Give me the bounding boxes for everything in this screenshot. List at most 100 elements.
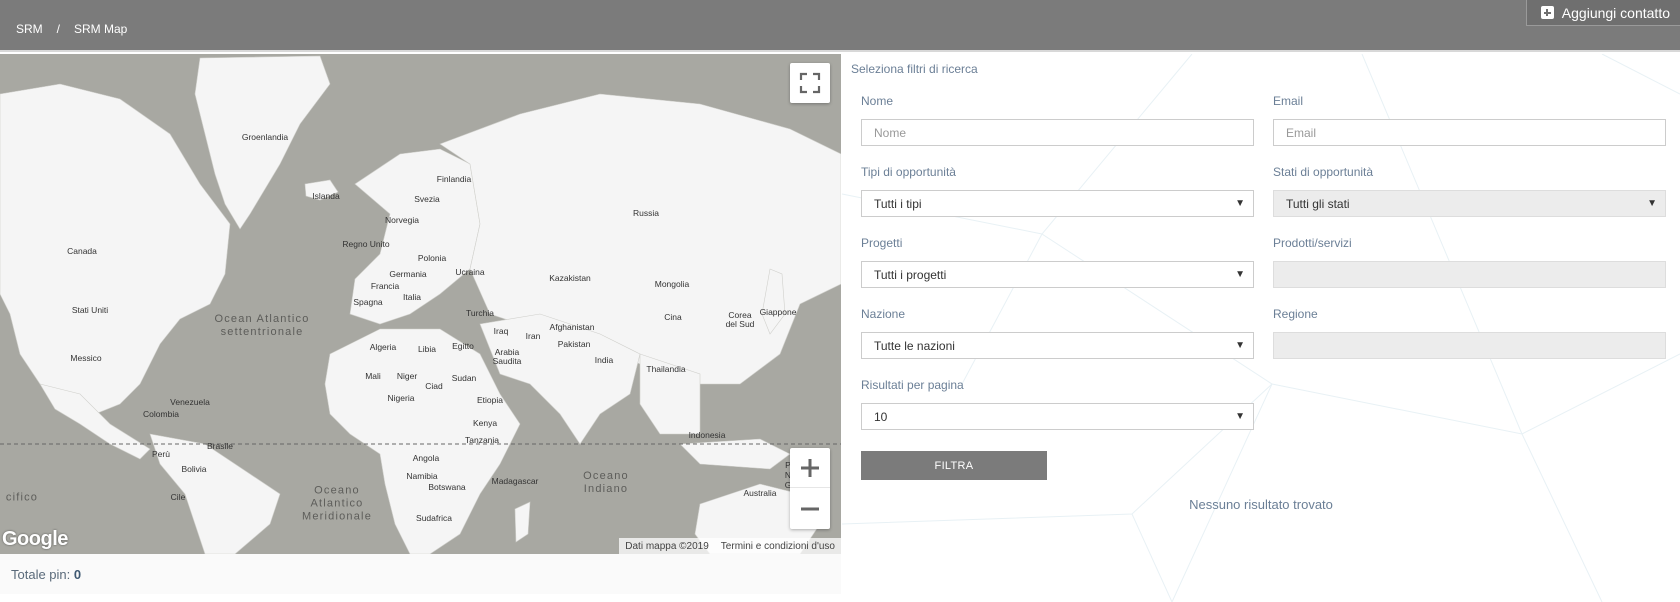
email-input[interactable]: Email (1273, 119, 1666, 146)
plus-icon (801, 459, 819, 477)
map-label-botswana: Botswana (428, 482, 466, 492)
map-label-chad: Ciad (425, 381, 443, 391)
total-pins: Totale pin: 0 (11, 567, 81, 582)
map-label-mali: Mali (365, 371, 381, 381)
tipi-opportunita-label: Tipi di opportunità (861, 165, 956, 179)
map-label-usa: Stati Uniti (71, 305, 109, 315)
map-label-turkey: Turchia (465, 308, 495, 318)
map-label-pakistan: Pakistan (557, 339, 591, 349)
risultati-per-pagina-select[interactable]: 10 (861, 403, 1254, 430)
ocean-label-north-atlantic: Ocean Atlantico settentrionale (214, 313, 310, 338)
plus-square-icon (1540, 6, 1554, 19)
map-credits: Dati mappa ©2019 Termini e condizioni d'… (619, 538, 841, 554)
map-label-libya: Libia (418, 344, 436, 354)
map-label-namibia: Namibia (406, 471, 438, 481)
nome-input[interactable]: Nome (861, 119, 1254, 146)
progetti-select[interactable]: Tutti i progetti (861, 261, 1254, 288)
breadcrumb-current: SRM Map (74, 22, 128, 36)
minus-icon (801, 507, 819, 511)
map-label-indonesia: Indonesia (688, 430, 726, 440)
map-label-ethiopia: Etiopia (477, 395, 503, 405)
fullscreen-icon (799, 72, 821, 94)
nome-label: Nome (861, 94, 894, 108)
total-pins-label: Totale pin: (11, 567, 71, 582)
map-label-chile: Cile (170, 492, 186, 502)
fullscreen-button[interactable] (790, 63, 830, 103)
map-label-italy: Italia (403, 292, 421, 302)
map-label-tanzania: Tanzania (464, 435, 500, 445)
ocean-label-indian: Oceano Indiano (583, 470, 629, 495)
map-label-japan: Giappone (759, 307, 797, 317)
map-label-iran: Iran (525, 331, 541, 341)
total-pins-value: 0 (73, 567, 82, 582)
map-label-sweden: Svezia (414, 194, 440, 204)
map-label-peru: Perù (152, 449, 170, 459)
map-label-china: Cina (664, 312, 682, 322)
map-label-poland: Polonia (417, 253, 447, 263)
email-label: Email (1273, 94, 1304, 108)
map-label-sudan: Sudan (451, 373, 477, 383)
breadcrumb: SRM / SRM Map (16, 22, 127, 36)
zoom-in-button[interactable] (790, 448, 830, 488)
prodotti-servizi-input[interactable] (1273, 261, 1666, 288)
breadcrumb-root[interactable]: SRM (16, 22, 43, 36)
top-bar: SRM / SRM Map Aggiungi contatto (0, 0, 1680, 52)
map-label-canada: Canada (67, 246, 97, 256)
add-contact-label: Aggiungi contatto (1561, 4, 1670, 21)
ocean-label-south-atlantic: Oceano Atlantico Meridionale (301, 484, 373, 523)
map-label-brazil: Brasile (207, 441, 233, 451)
map-label-egypt: Egitto (452, 341, 474, 351)
map-label-south-korea: Corea del Sud (725, 310, 755, 329)
map-label-australia: Australia (743, 488, 777, 498)
map-label-india: India (594, 355, 614, 365)
map-label-angola: Angola (412, 453, 440, 463)
filter-button[interactable]: FILTRA (861, 451, 1047, 480)
world-map[interactable]: Groenlandia Islanda Finlandia Svezia Nor… (0, 54, 841, 554)
map-label-niger: Niger (396, 371, 418, 381)
map-terms-link[interactable]: Termini e condizioni d'uso (721, 541, 835, 552)
map-label-france: Francia (370, 281, 400, 291)
stati-opportunita-select[interactable]: Tutti gli stati (1273, 190, 1666, 217)
map-panel: Groenlandia Islanda Finlandia Svezia Nor… (0, 54, 841, 594)
map-label-mexico: Messico (70, 353, 102, 363)
map-label-norway: Norvegia (384, 215, 420, 225)
google-logo: Google (2, 528, 68, 550)
add-contact-button[interactable]: Aggiungi contatto (1525, 0, 1680, 26)
map-label-madagascar: Madagascar (491, 476, 539, 486)
map-label-nigeria: Nigeria (387, 393, 415, 403)
ocean-label-pacific-partial: cifico (5, 491, 39, 504)
map-label-kazakhstan: Kazakistan (549, 273, 591, 283)
no-results-message: Nessuno risultato trovato (1189, 497, 1333, 512)
map-label-germany: Germania (389, 269, 427, 279)
nazione-select[interactable]: Tutte le nazioni (861, 332, 1254, 359)
map-label-russia: Russia (633, 208, 659, 218)
filters-panel: Seleziona filtri di ricerca Nome Nome Em… (842, 54, 1680, 602)
map-data-credit[interactable]: Dati mappa ©2019 (625, 541, 709, 552)
risultati-per-pagina-label: Risultati per pagina (861, 378, 964, 392)
map-label-uk: Regno Unito (342, 239, 390, 249)
regione-label: Regione (1273, 307, 1318, 321)
regione-input[interactable] (1273, 332, 1666, 359)
map-label-finland: Finlandia (436, 174, 472, 184)
zoom-controls (790, 448, 830, 529)
map-label-thailand: Thailandia (646, 364, 686, 374)
map-footer (0, 554, 841, 594)
zoom-out-button[interactable] (790, 489, 830, 529)
map-label-saudi-arabia: Arabia Saudita (492, 347, 522, 366)
map-label-colombia: Colombia (143, 409, 179, 419)
breadcrumb-separator: / (56, 22, 61, 36)
progetti-label: Progetti (861, 236, 903, 250)
nazione-label: Nazione (861, 307, 906, 321)
map-label-south-africa: Sudafrica (416, 513, 452, 523)
tipi-opportunita-select[interactable]: Tutti i tipi (861, 190, 1254, 217)
map-label-iraq: Iraq (493, 326, 509, 336)
map-label-bolivia: Bolivia (181, 464, 207, 474)
stati-opportunita-label: Stati di opportunità (1273, 165, 1374, 179)
map-label-algeria: Algeria (369, 342, 397, 352)
map-label-venezuela: Venezuela (170, 397, 210, 407)
map-label-kenya: Kenya (472, 418, 498, 428)
filters-title: Seleziona filtri di ricerca (851, 62, 978, 76)
map-label-iceland: Islanda (312, 191, 340, 201)
map-label-afghanistan: Afghanistan (549, 322, 595, 332)
prodotti-servizi-label: Prodotti/servizi (1273, 236, 1352, 250)
